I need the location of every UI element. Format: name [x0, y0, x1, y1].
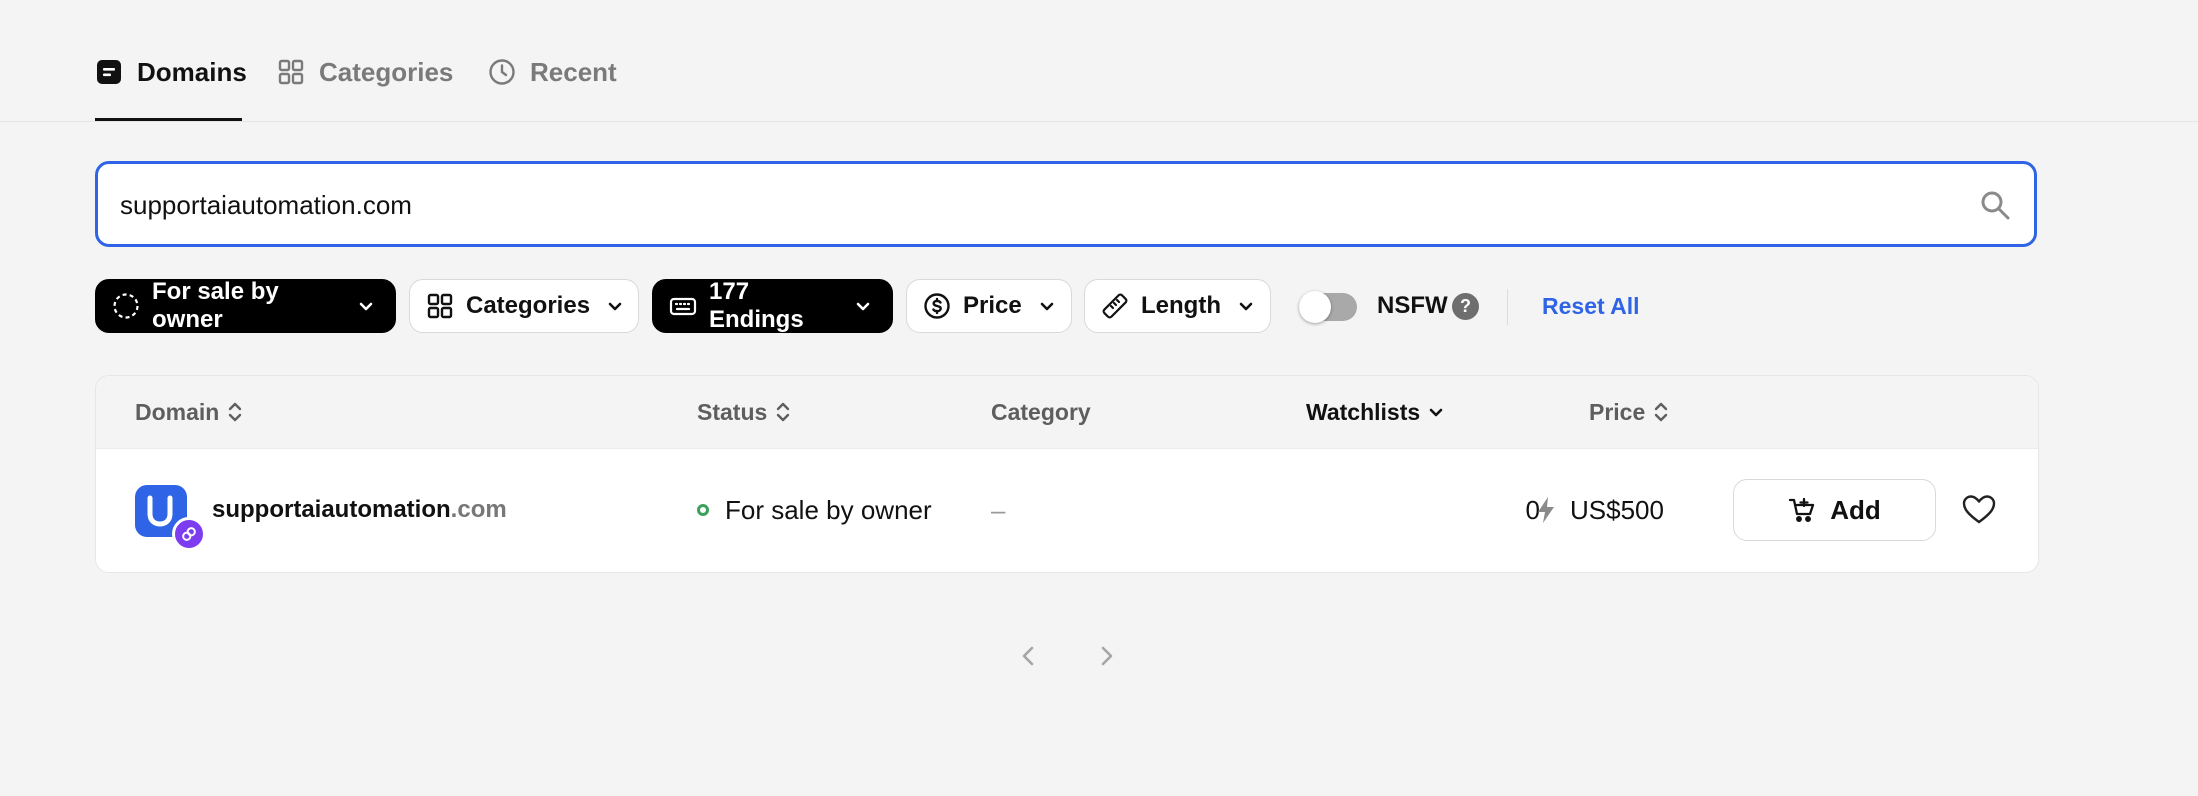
add-button-label: Add — [1830, 494, 1881, 525]
search-input[interactable] — [118, 164, 1982, 246]
ruler-icon — [1102, 293, 1128, 319]
domains-table: Domain Status Category Watchlists Price — [95, 375, 2039, 573]
status-text: For sale by owner — [725, 494, 932, 525]
endings-filter[interactable]: 177 Endings — [652, 278, 893, 333]
previous-page-icon[interactable] — [1016, 643, 1042, 669]
active-tab-indicator — [95, 118, 242, 121]
domain-name: supportaiautomation — [212, 496, 451, 523]
status-cell: For sale by owner — [697, 449, 932, 571]
chevron-down-icon — [1239, 302, 1253, 311]
column-watchlists[interactable]: Watchlists — [1306, 376, 1444, 448]
keyboard-icon — [669, 297, 697, 316]
grid-icon — [278, 59, 304, 85]
sale-type-filter[interactable]: For sale by owner — [95, 278, 396, 333]
dashed-circle-icon — [113, 293, 139, 319]
chevron-down-icon — [1040, 302, 1054, 311]
chevron-down-icon — [608, 302, 622, 311]
chevron-down-icon — [856, 302, 870, 311]
sale-type-label: For sale by owner — [152, 278, 279, 333]
price-cell: US$500 — [1536, 449, 1664, 571]
dollar-circle-icon — [924, 293, 950, 319]
tab-categories-label: Categories — [319, 56, 454, 87]
domain-name-cell[interactable]: supportaiautomation .com — [212, 449, 507, 571]
lightning-icon — [1538, 497, 1554, 523]
table-row[interactable]: supportaiautomation .com For sale by owne… — [96, 449, 2038, 571]
price-filter[interactable]: Price — [906, 279, 1072, 333]
price-text: US$500 — [1570, 494, 1664, 525]
sort-icon — [1655, 402, 1668, 422]
price-filter-label: Price — [963, 292, 1022, 319]
nav-tabs: Domains Categories Recent — [0, 0, 2198, 122]
length-filter[interactable]: Length — [1084, 279, 1271, 333]
reset-all-button[interactable]: Reset All — [1542, 293, 1640, 320]
column-price-label: Price — [1589, 398, 1646, 425]
column-status-label: Status — [697, 398, 768, 425]
chevron-down-icon — [1429, 408, 1443, 417]
domains-icon — [97, 60, 121, 84]
tab-recent[interactable]: Recent — [488, 48, 617, 96]
column-status[interactable]: Status — [697, 376, 791, 448]
help-icon[interactable]: ? — [1452, 293, 1479, 320]
cart-plus-icon — [1789, 497, 1815, 522]
next-page-icon[interactable] — [1093, 643, 1119, 669]
length-filter-label: Length — [1141, 292, 1221, 319]
column-category-label: Category — [991, 398, 1091, 425]
filter-divider — [1507, 289, 1508, 325]
search-icon[interactable] — [1980, 190, 2010, 220]
tab-domains[interactable]: Domains — [95, 48, 247, 96]
clock-icon — [489, 59, 515, 85]
column-watchlists-label: Watchlists — [1306, 398, 1421, 425]
nsfw-toggle-knob — [1299, 291, 1331, 323]
chevron-down-icon — [359, 302, 373, 311]
domain-tld: .com — [450, 496, 507, 523]
column-price[interactable]: Price — [1589, 376, 1669, 448]
status-dot-icon — [697, 504, 709, 516]
sort-icon — [229, 402, 242, 422]
watchlists-cell: 0 — [1396, 449, 1540, 571]
nsfw-label: NSFW — [1377, 292, 1448, 319]
sort-icon — [777, 402, 790, 422]
categories-filter-label: Categories — [466, 292, 591, 319]
column-category: Category — [991, 376, 1091, 448]
heart-icon[interactable] — [1962, 493, 1996, 527]
search-box — [95, 161, 2037, 247]
tab-domains-label: Domains — [137, 56, 247, 87]
tab-recent-label: Recent — [530, 56, 617, 87]
endings-filter-label: 177 Endings — [709, 278, 804, 333]
help-icon-glyph: ? — [1460, 296, 1471, 316]
grid-icon — [427, 293, 453, 319]
category-text: – — [991, 494, 1006, 525]
categories-filter[interactable]: Categories — [409, 279, 639, 333]
add-to-cart-button[interactable]: Add — [1733, 479, 1936, 541]
chain-link-icon — [172, 517, 206, 551]
nsfw-toggle[interactable] — [1299, 291, 1357, 323]
table-header: Domain Status Category Watchlists Price — [96, 376, 2038, 449]
column-domain[interactable]: Domain — [135, 376, 243, 448]
tab-categories[interactable]: Categories — [277, 48, 453, 96]
column-domain-label: Domain — [135, 398, 220, 425]
category-cell: – — [991, 449, 1005, 571]
